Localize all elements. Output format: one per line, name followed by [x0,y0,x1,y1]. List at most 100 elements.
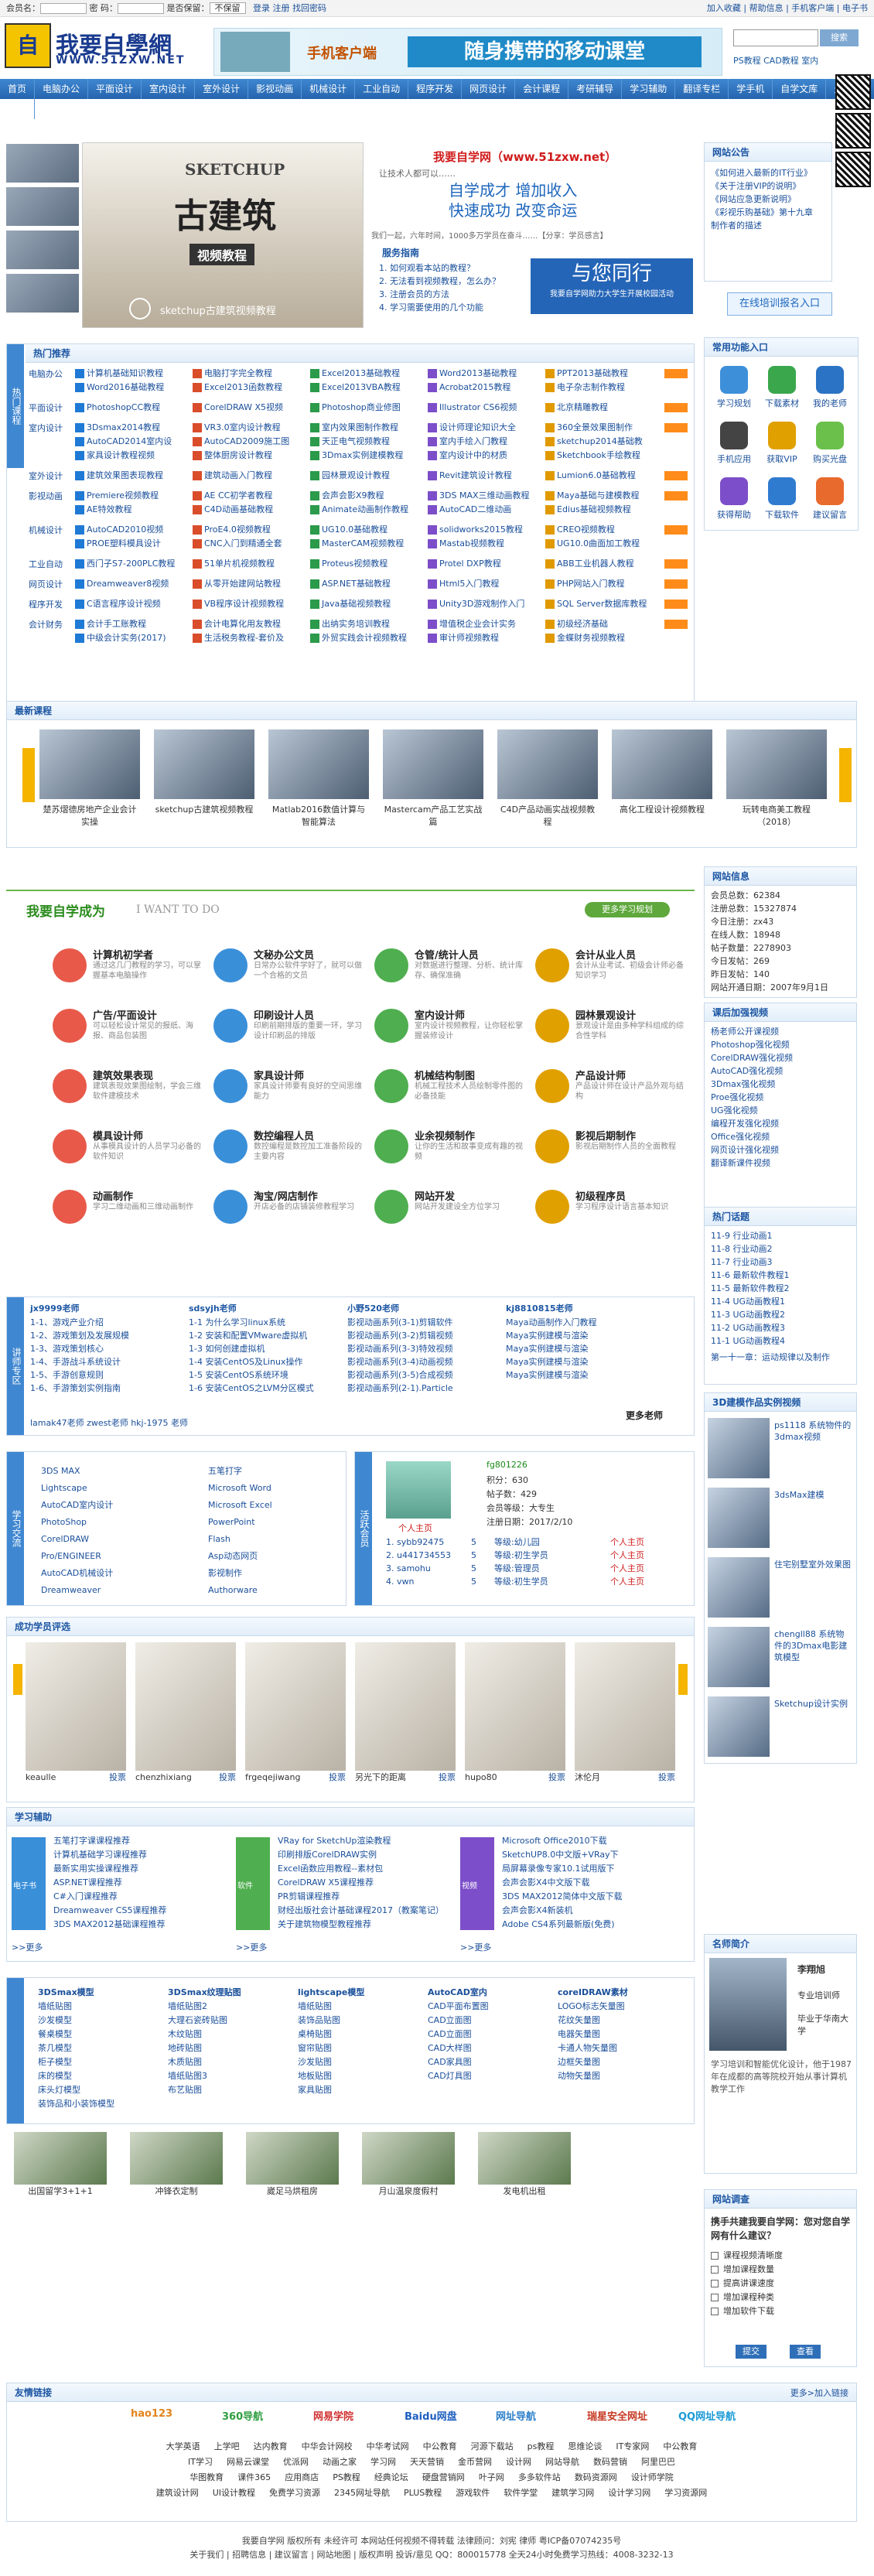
helper-item[interactable]: 印刷排版CorelDRAW实例 [278,1848,449,1862]
course-link[interactable]: CorelDRAW X5视频 [193,401,309,414]
notice-item[interactable]: 制作者的描述 [711,219,825,232]
career-item[interactable]: 建筑效果表现 建筑表现效果图绘制，学会三维软件建模技术 [53,1066,207,1122]
case-item[interactable]: Sketchup设计实例 [708,1696,855,1761]
course-link[interactable]: 计算机基础知识教程 [75,367,191,380]
login-button[interactable]: 登录 [253,3,270,13]
career-item[interactable]: 业余视频制作 让你的生活和故事变成有趣的视频 [374,1126,529,1182]
course-link[interactable]: Photoshop商业修图 [310,401,426,414]
teacher-lesson[interactable]: 1-2、游戏策划及发展规模 [30,1329,185,1342]
course-link[interactable]: MasterCAM视频教程 [310,538,426,550]
latest-course[interactable]: 高化工程设计视频教程 [612,729,712,816]
course-link[interactable]: Excel2013基础教程 [310,367,426,380]
success-student[interactable]: 另光下的距离 投票 [355,1642,456,1794]
friend-link[interactable]: 建筑设计网 [156,2488,199,2498]
feedback-checkbox[interactable] [711,2308,719,2315]
teacher-lesson[interactable]: 影视动画系列(3-2)剪辑视频 [347,1329,502,1342]
friend-logo[interactable]: 瑞星安全网址 [587,2408,647,2423]
course-category[interactable]: 会计财务 [29,618,63,630]
career-item[interactable]: 模具设计师 从事模具设计的人员学习必备的软件知识 [53,1126,207,1182]
become-more-button[interactable]: 更多学习规划 [585,902,670,917]
helper-item[interactable]: 会声会影X4中文版下载 [502,1876,674,1890]
resource-link[interactable]: 餐桌模型 [38,2028,162,2041]
hero-banner[interactable]: SKETCHUP 古建筑 视频教程 sketchup古建筑视频教程 [82,142,364,328]
quick-entry-item[interactable]: 获得帮助 [714,477,754,521]
course-link[interactable]: AutoCAD2009施工图 [193,436,309,448]
more-teachers-button[interactable]: 更多老师 [626,1409,663,1422]
friend-link[interactable]: 中公教育 [423,2441,457,2451]
plus-item[interactable]: 编程开发强化视频 [711,1117,850,1130]
service-item[interactable]: 2. 无法看到视频教程，怎么办？ [379,275,500,288]
course-link[interactable]: Edius基础视频教程 [545,504,661,516]
resource-link[interactable]: 地砖贴图 [168,2041,292,2055]
resource-link[interactable]: 墙纸贴图 [298,2000,422,2014]
resource-link[interactable]: 柜子模型 [38,2055,162,2069]
resource-link[interactable]: 床的模型 [38,2069,162,2083]
friend-link[interactable]: 课件365 [237,2472,271,2482]
more-icon[interactable] [664,369,688,378]
hot-courses-sidetab[interactable]: 热门课程 [7,344,24,468]
helper-item[interactable]: C#入门课程推荐 [53,1890,225,1904]
friend-link[interactable]: 学习资源网 [664,2488,707,2498]
resource-link[interactable]: 木纹贴图 [168,2028,292,2041]
resource-heading[interactable]: AutoCAD室内 [428,1986,551,2000]
teacher-lesson[interactable]: Maya实例建模与渲染 [506,1355,661,1368]
course-link[interactable]: C语言程序设计视频 [75,598,191,610]
resource-link[interactable]: 沙发贴图 [298,2055,422,2069]
hero-thumb[interactable] [6,187,79,226]
friend-logo[interactable]: 360导航 [222,2408,263,2423]
teacher-lesson[interactable]: Maya实例建模与渲染 [506,1368,661,1382]
course-link[interactable]: 初级经济基础 [545,618,661,630]
more-icon[interactable] [664,491,688,501]
nav-item[interactable]: 影视动画 [248,79,302,99]
course-link[interactable]: VB程序设计视频教程 [193,598,309,610]
member-cell[interactable]: 个人主页 [610,1575,644,1588]
latest-course[interactable]: C4D产品动画实战视频教程 [497,729,598,828]
intro-counter[interactable]: 我们一起，六年时间，1000多万学员在奋斗……【分享：学员感言】 [371,229,607,241]
course-link[interactable]: 生活税务教程-套价及 [193,632,309,644]
friend-link[interactable]: 软件学堂 [504,2488,538,2498]
course-category[interactable]: 电脑办公 [29,367,63,380]
course-link[interactable]: SQL Server数据库教程 [545,598,661,610]
service-item[interactable]: 3. 注册会员的方法 [379,288,500,301]
quick-entry-item[interactable]: 下载软件 [762,477,802,521]
course-link[interactable]: 室内手绘入门教程 [428,436,544,448]
course-link[interactable]: ASP.NET基础教程 [310,578,426,590]
teacher-lesson[interactable]: 1-1、游戏产业介绍 [30,1316,185,1329]
plus-item[interactable]: 翻译新课件视频 [711,1156,850,1170]
member-homepage-link[interactable]: 个人主页 [398,1522,432,1534]
resource-link[interactable]: 墙纸贴图 [38,2000,162,2014]
vote-link[interactable]: 投票 [329,1771,346,1785]
course-link[interactable]: CNC入门到精通全套 [193,538,309,550]
friend-link[interactable]: 叶子网 [479,2472,504,2482]
tip-item[interactable]: 11-6 最新软件教程1 [711,1269,850,1282]
friend-logo[interactable]: 网易学院 [313,2408,353,2423]
course-link[interactable]: 外贸实践会计视频教程 [310,632,426,644]
feedback-option[interactable]: 课程视频清晰度 [711,2249,850,2263]
resource-heading[interactable]: coreIDRAW素材 [558,1986,681,2000]
friend-link[interactable]: 河源下载站 [471,2441,514,2451]
resource-link[interactable]: CAD立面图 [428,2028,551,2041]
course-link[interactable]: ProE4.0视频教程 [193,524,309,536]
course-link[interactable]: 家具设计教程视频 [75,449,191,462]
teacher-name[interactable]: sdsyjh老师 [189,1302,343,1316]
career-item[interactable]: 数控编程人员 数控编程是数控加工准备阶段的主要内容 [213,1126,368,1182]
friend-logo[interactable]: Baidu网盘 [405,2408,457,2423]
course-category[interactable]: 室内设计 [29,422,63,434]
teacher-lesson[interactable]: 1-6、手游策划实例指南 [30,1382,185,1395]
study-link[interactable]: Dreamweaver [41,1582,113,1599]
feedback-option[interactable]: 提高讲课速度 [711,2277,850,2291]
course-link[interactable]: AutoCAD2014室内设 [75,436,191,448]
latest-next-arrow[interactable] [839,748,852,802]
teacher-lesson[interactable]: 1-4 安装CentOS及Linux操作 [189,1355,343,1368]
plus-item[interactable]: Photoshop强化视频 [711,1038,850,1051]
teacher-lesson[interactable]: Maya动画制作入门教程 [506,1316,661,1329]
helper-item[interactable]: 五笔打字课课程推荐 [53,1834,225,1848]
resource-link[interactable]: 卡通人物矢量图 [558,2041,681,2055]
feedback-checkbox[interactable] [711,2294,719,2301]
teacher-lesson[interactable]: 影视动画系列(3-5)合成视频 [347,1368,502,1382]
helper-item[interactable]: Microsoft Office2010下载 [502,1834,674,1848]
plus-item[interactable]: CorelDRAW强化视频 [711,1051,850,1064]
quick-entry-item[interactable]: 获取VIP [762,422,802,465]
friend-link[interactable]: 中华考试网 [367,2441,409,2451]
teacher-lesson[interactable]: 1-5 安装CentOS系统环境 [189,1368,343,1382]
